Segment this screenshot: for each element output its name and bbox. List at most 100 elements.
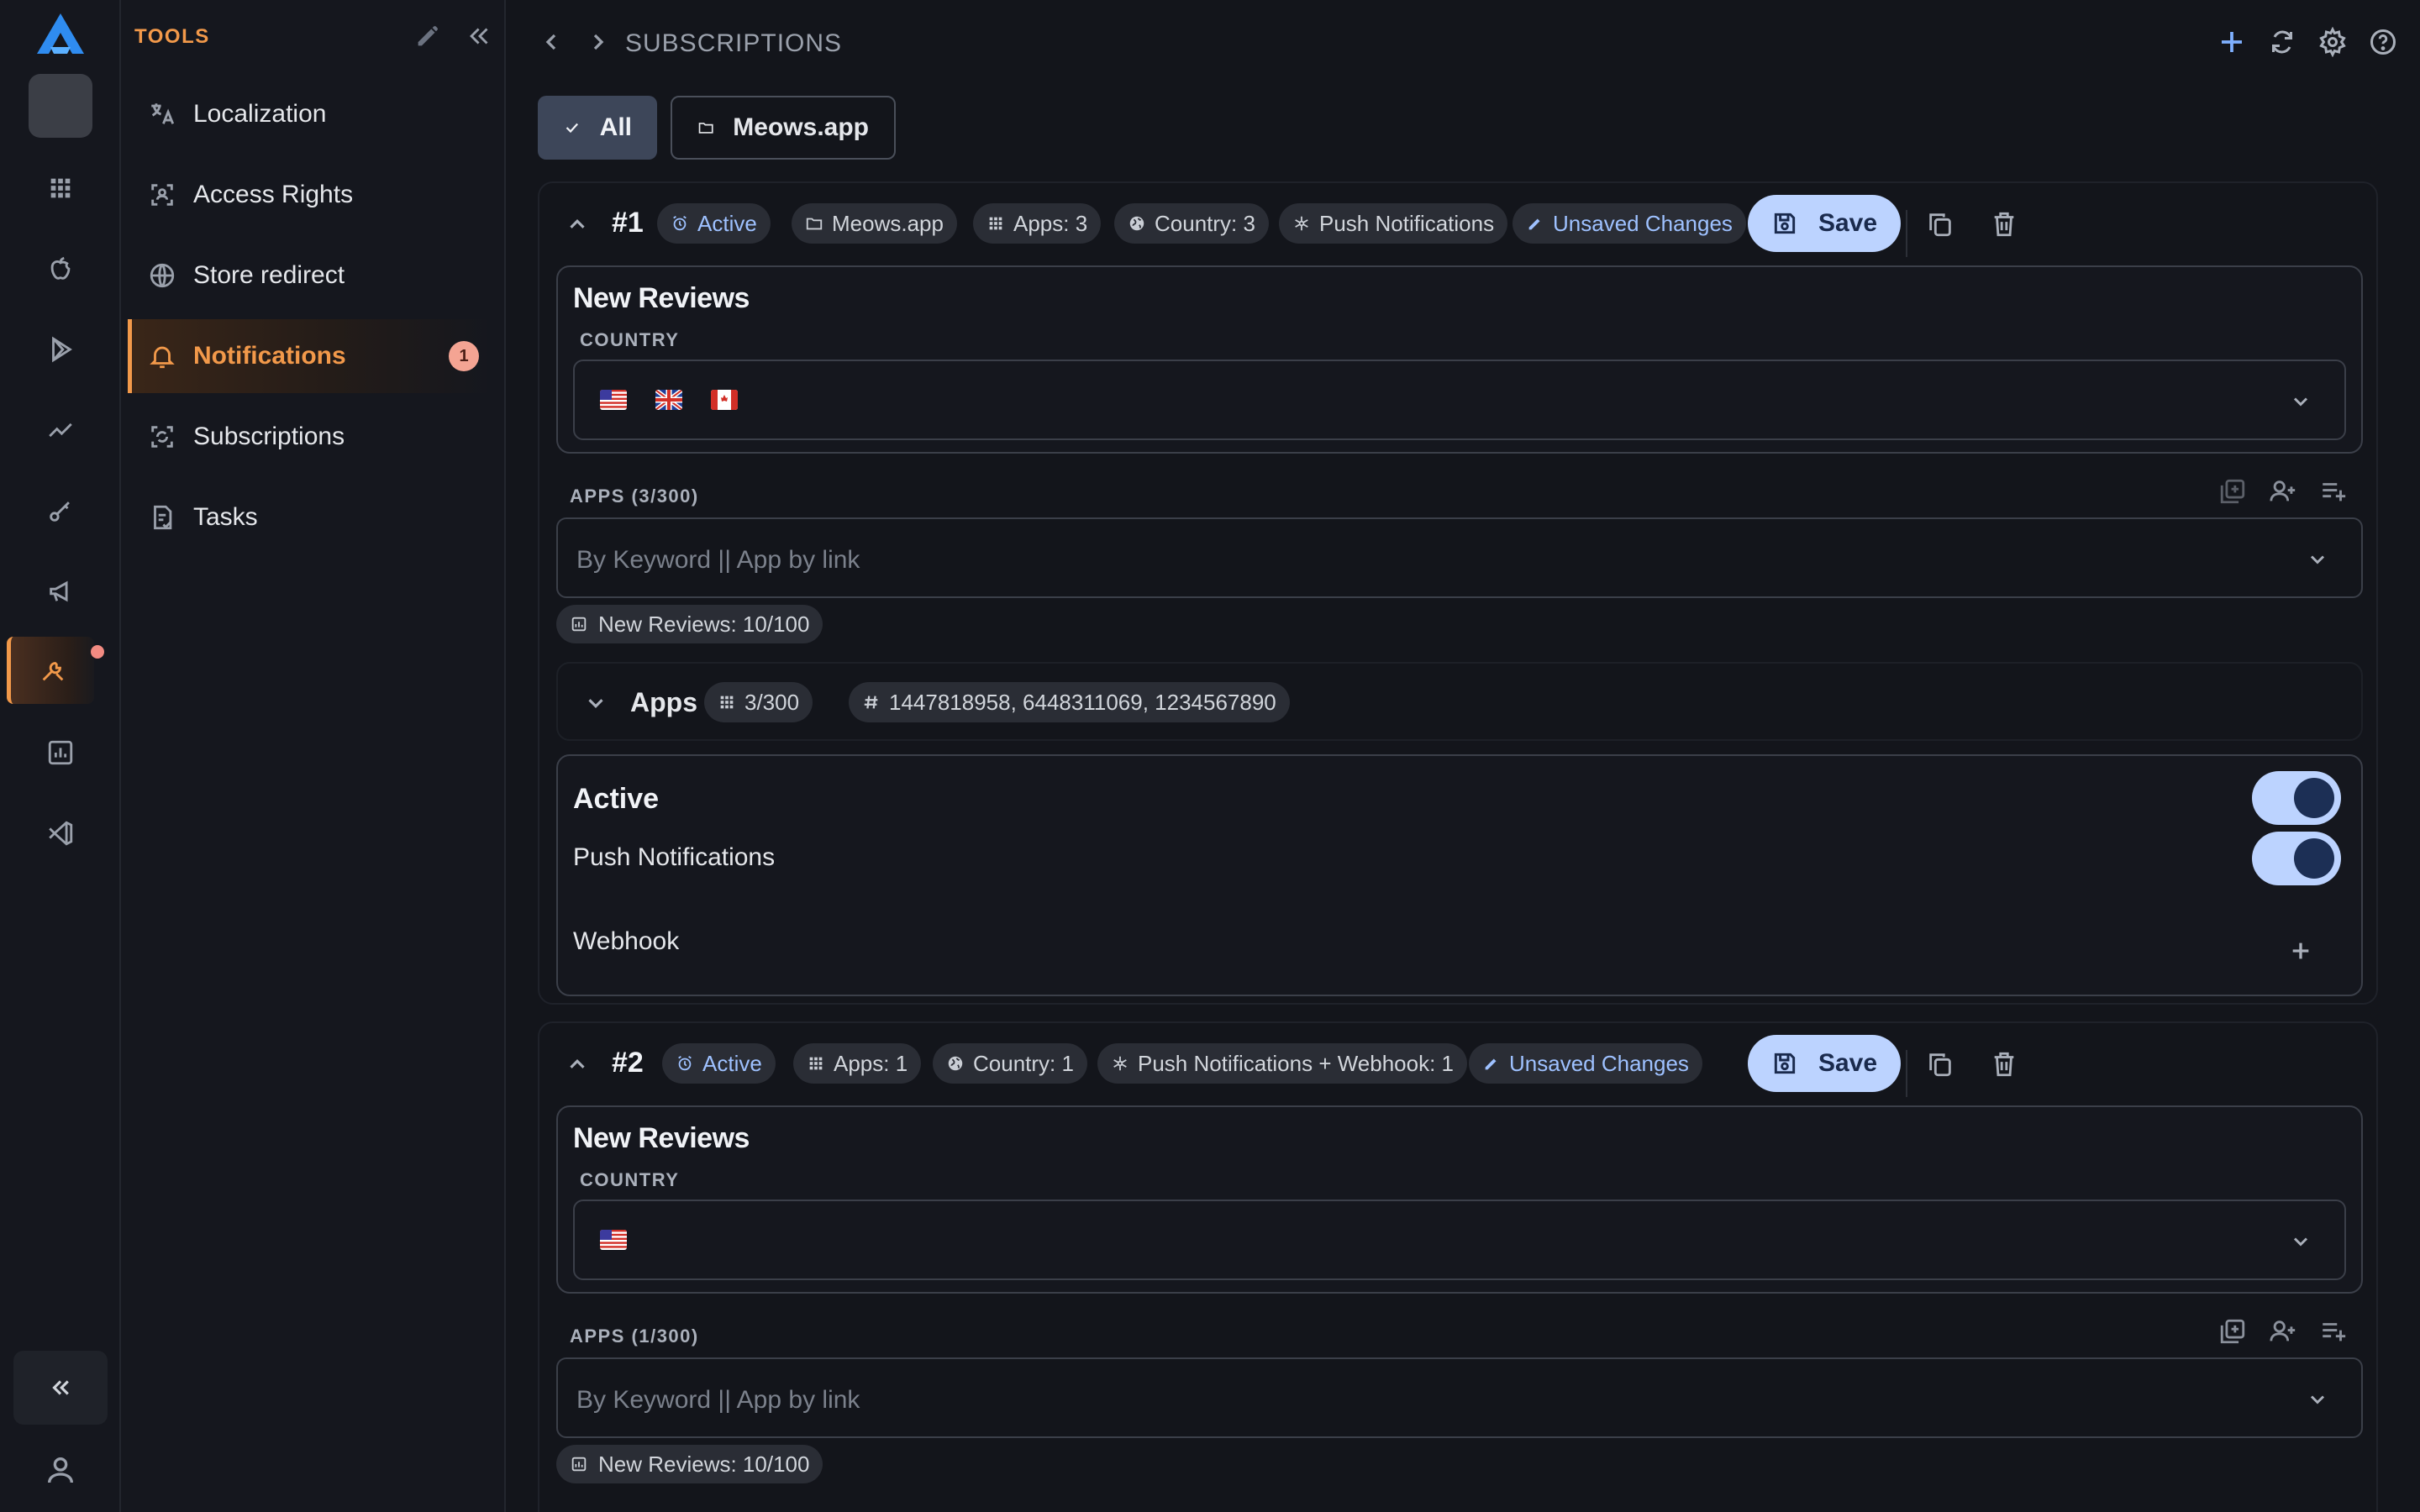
- country-select[interactable]: [573, 1200, 2346, 1280]
- filter-app-button[interactable]: Meows.app: [671, 96, 896, 160]
- push-notifications-toggle[interactable]: [2252, 832, 2341, 885]
- apps-quota-chip: 3/300: [704, 682, 813, 722]
- toggle-knob: [2294, 838, 2334, 879]
- collapse-sidebar-icon[interactable]: [466, 22, 494, 50]
- pencil-icon: [1528, 218, 1540, 230]
- apple-icon: [50, 256, 71, 280]
- country-label: COUNTRY: [580, 329, 680, 350]
- refresh-icon[interactable]: [2267, 27, 2297, 57]
- add-to-list-icon[interactable]: [2218, 1317, 2247, 1346]
- rail-campaigns-button[interactable]: [0, 558, 121, 625]
- subscription-number: #2: [612, 1047, 644, 1079]
- chevron-down-icon[interactable]: [2289, 390, 2312, 413]
- add-webhook-icon[interactable]: [2287, 937, 2314, 964]
- tool-item-notifications[interactable]: Notifications 1: [128, 319, 491, 393]
- alarm-icon: [678, 1055, 692, 1071]
- apps-search-input[interactable]: By Keyword || App by link: [556, 1357, 2363, 1438]
- icon-rail: [0, 0, 121, 1512]
- tool-item-localization[interactable]: Localization: [128, 77, 491, 151]
- trash-icon[interactable]: [1990, 1050, 2018, 1079]
- translate-icon: [151, 103, 175, 124]
- copy-icon[interactable]: [1926, 1050, 1954, 1079]
- country-count-chip: Country: 1: [933, 1043, 1087, 1084]
- filter-all-button[interactable]: All: [538, 96, 657, 160]
- save-label: Save: [1818, 209, 1878, 237]
- ca-flag-icon: [711, 390, 738, 410]
- grid-icon: [50, 178, 71, 198]
- rail-tools-button[interactable]: [7, 637, 94, 704]
- chevron-down-icon[interactable]: [2289, 1230, 2312, 1253]
- unsaved-changes-chip: Unsaved Changes: [1512, 203, 1746, 244]
- country-select[interactable]: [573, 360, 2346, 440]
- tool-item-access-rights[interactable]: Access Rights: [128, 158, 491, 232]
- save-label: Save: [1818, 1049, 1878, 1077]
- apps-search-input[interactable]: By Keyword || App by link: [556, 517, 2363, 598]
- back-icon[interactable]: [538, 29, 565, 55]
- help-icon[interactable]: [2368, 27, 2398, 57]
- rail-apple-button[interactable]: [0, 235, 121, 302]
- folder-icon: [698, 123, 713, 134]
- rail-google-play-button[interactable]: [0, 316, 121, 383]
- workspace-avatar[interactable]: [29, 74, 92, 138]
- add-user-icon[interactable]: [2269, 1317, 2297, 1346]
- apps-quota-label: 3/300: [744, 689, 800, 715]
- channel-chip: Push Notifications + Webhook: 1: [1097, 1043, 1468, 1084]
- unsaved-changes-chip: Unsaved Changes: [1469, 1043, 1702, 1084]
- alarm-icon: [673, 215, 687, 231]
- vscode-icon: [49, 821, 73, 846]
- tool-item-label: Notifications: [193, 342, 346, 370]
- chevron-up-icon[interactable]: [565, 1052, 590, 1077]
- forward-icon[interactable]: [585, 29, 612, 55]
- edit-icon[interactable]: [413, 22, 442, 50]
- trash-icon[interactable]: [1990, 210, 2018, 239]
- save-icon: [1774, 1053, 1796, 1074]
- rail-keywords-button[interactable]: [0, 477, 121, 544]
- country-count-label: Country: 1: [973, 1050, 1074, 1076]
- active-toggle[interactable]: [2252, 771, 2341, 825]
- play-icon: [52, 336, 72, 363]
- app-logo-icon[interactable]: [34, 10, 87, 57]
- user-icon: [48, 1457, 73, 1483]
- chevron-up-icon[interactable]: [565, 212, 590, 237]
- selected-countries: [600, 390, 738, 410]
- add-to-list-icon[interactable]: [2218, 477, 2247, 506]
- chevron-down-icon[interactable]: [2306, 548, 2329, 571]
- copy-icon[interactable]: [1926, 210, 1954, 239]
- hash-icon: [864, 696, 878, 709]
- subscriptions-icon: [151, 426, 173, 448]
- playlist-add-icon[interactable]: [2319, 1317, 2348, 1346]
- rail-apps-button[interactable]: [0, 155, 121, 222]
- playlist-add-icon[interactable]: [2319, 477, 2348, 506]
- access-icon: [151, 184, 173, 206]
- tool-item-subscriptions[interactable]: Subscriptions: [128, 400, 491, 474]
- tool-item-tasks[interactable]: Tasks: [128, 480, 491, 554]
- add-icon[interactable]: [2217, 27, 2247, 57]
- apps-section[interactable]: Apps 3/300 1447818958, 6448311069, 12345…: [556, 662, 2363, 741]
- save-button[interactable]: Save: [1748, 195, 1901, 252]
- rail-code-button[interactable]: [0, 800, 121, 867]
- status-chip: Active: [657, 203, 771, 244]
- collapse-rail-button[interactable]: [13, 1351, 108, 1425]
- save-button[interactable]: Save: [1748, 1035, 1901, 1092]
- user-profile-button[interactable]: [44, 1453, 77, 1487]
- tool-item-store-redirect[interactable]: Store redirect: [128, 239, 491, 312]
- rail-analytics-button[interactable]: [0, 396, 121, 464]
- card-header[interactable]: #2 Active Apps: 1 Country: 1 Push Notifi…: [539, 1023, 2376, 1107]
- card-header[interactable]: #1 Active Meows.app Apps: 3 Country: 3 P…: [539, 183, 2376, 267]
- rail-reports-button[interactable]: [0, 719, 121, 786]
- tool-item-label: Subscriptions: [193, 423, 345, 450]
- key-icon: [50, 501, 70, 522]
- new-reviews-box: New Reviews COUNTRY: [556, 265, 2363, 454]
- main-content: SUBSCRIPTIONS All Meows.app #1 Active Me…: [508, 0, 2420, 1512]
- chevron-down-icon[interactable]: [2306, 1388, 2329, 1411]
- apps-count-label: Apps: 1: [834, 1050, 908, 1076]
- add-user-icon[interactable]: [2269, 477, 2297, 506]
- tool-item-label: Access Rights: [193, 181, 354, 208]
- status-chip-label: Active: [702, 1050, 762, 1076]
- apps-search-placeholder: By Keyword || App by link: [576, 1386, 860, 1414]
- settings-gear-icon[interactable]: [2317, 27, 2348, 57]
- quota-chip: New Reviews: 10/100: [556, 605, 823, 643]
- chevron-down-icon[interactable]: [583, 690, 608, 716]
- grid-icon: [720, 696, 734, 709]
- top-bar: SUBSCRIPTIONS: [508, 0, 2420, 84]
